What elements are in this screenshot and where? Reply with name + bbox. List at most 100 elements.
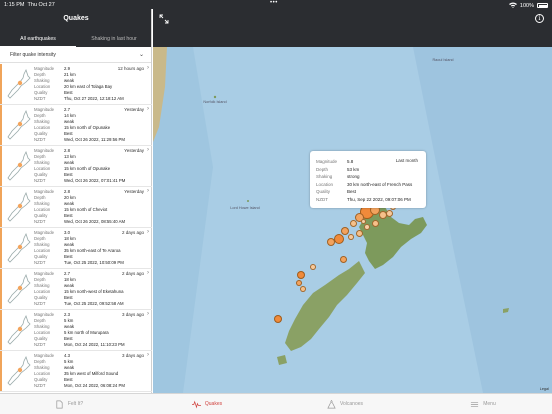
quake-marker[interactable]: [364, 224, 370, 230]
quake-field-values: 2.7 14 km weak 15 km north of Opunake Best We…: [64, 107, 125, 143]
quake-list-item[interactable]: Magnitude Depth Shaking Location Quality NZDT…: [0, 310, 152, 351]
popup-shaking: strong: [347, 174, 360, 179]
chevron-right-icon: ›: [147, 229, 149, 235]
bottom-tab-bar: Felt It? Quakes Volcanoes Menu: [0, 393, 552, 414]
popup-location: 30 km north-east of French Pass: [347, 181, 413, 187]
quake-marker[interactable]: [310, 264, 316, 270]
chevron-right-icon: ›: [147, 270, 149, 276]
popup-values: 5.8 53 km strong 30 km north-east of Fre…: [347, 158, 412, 203]
quake-field-labels: Magnitude Depth Shaking Location Quality NZDT: [34, 353, 55, 388]
intensity-bar: [0, 269, 2, 309]
quake-when: 2 days ago: [121, 271, 144, 276]
quake-nzdt: Mon, Oct 24 2022, 06:08:24 PM: [64, 383, 125, 388]
map-toolbar: i: [153, 9, 552, 47]
tab-volcanoes[interactable]: Volcanoes: [276, 394, 414, 414]
quake-list-item[interactable]: Magnitude Depth Shaking Location Quality NZDT…: [0, 228, 152, 269]
place-label-norfolk: Norfolk Island: [203, 100, 227, 104]
quake-field-labels: Magnitude Depth Shaking Location Quality NZDT: [34, 271, 55, 306]
quake-nzdt: Mon, Oct 24 2022, 11:10:23 PM: [64, 342, 125, 347]
quake-marker[interactable]: [349, 219, 357, 227]
place-label-raoul: Raoul Island: [432, 58, 454, 62]
quake-marker[interactable]: [360, 218, 366, 224]
quake-marker[interactable]: [327, 238, 335, 246]
quake-when: 3 days ago: [121, 353, 144, 358]
tab-felt-it[interactable]: Felt It?: [0, 394, 138, 414]
chevron-right-icon: ›: [147, 188, 149, 194]
info-icon[interactable]: i: [535, 14, 544, 23]
mini-map-icon: [7, 314, 31, 345]
place-label-lord-howe: Lord Howe Island: [230, 206, 260, 210]
intensity-bar: [0, 146, 2, 186]
quake-popup[interactable]: Magnitude Depth Shaking Location Quality…: [310, 151, 426, 208]
mini-map-icon: [7, 191, 31, 222]
intensity-bar: [0, 351, 2, 391]
quake-list-item[interactable]: Magnitude Depth Shaking Location Quality NZDT…: [0, 187, 152, 228]
quake-list-item[interactable]: Magnitude Depth Shaking Location Quality NZDT…: [0, 269, 152, 310]
tab-shaking-last-hour[interactable]: Shaking in last hour: [76, 32, 152, 47]
quake-field-labels: Magnitude Depth Shaking Location Quality NZDT: [34, 148, 55, 183]
mini-map-icon: [7, 109, 31, 140]
quake-list-item[interactable]: Magnitude Depth Shaking Location Quality NZDT…: [0, 64, 152, 105]
quake-when: Yesterday: [124, 107, 144, 112]
popup-labels: Magnitude Depth Shaking Location Quality…: [316, 159, 338, 202]
filter-label: Filter quake intensity: [10, 52, 56, 58]
intensity-bar: [0, 105, 2, 145]
chevron-right-icon: ›: [147, 65, 149, 71]
quake-marker[interactable]: [334, 234, 344, 244]
expand-icon[interactable]: [159, 14, 169, 24]
quake-marker[interactable]: [355, 229, 363, 237]
quake-marker[interactable]: [385, 209, 393, 217]
popup-when: Last month: [395, 158, 418, 163]
quake-when: 12 hours ago: [117, 66, 144, 71]
quake-map[interactable]: Norfolk Island Lord Howe Island Raoul Is…: [153, 47, 552, 393]
battery-icon: [537, 3, 548, 8]
quake-marker[interactable]: [296, 280, 302, 286]
tab-all-earthquakes[interactable]: All earthquakes: [0, 32, 76, 47]
mini-map-icon: [7, 273, 31, 304]
quake-field-labels: Magnitude Depth Shaking Location Quality NZDT: [34, 312, 55, 347]
intensity-bar: [0, 228, 2, 268]
chevron-right-icon: ›: [147, 106, 149, 112]
tab-quakes[interactable]: Quakes: [138, 394, 276, 414]
quake-marker[interactable]: [300, 286, 306, 292]
status-time: 1:15 PM Thu Oct 27: [4, 1, 55, 8]
quake-nzdt: Tue, Oct 25 2022, 10:50:09 PM: [64, 260, 124, 265]
quake-list-item[interactable]: Magnitude Depth Shaking Location Quality NZDT…: [0, 105, 152, 146]
quake-marker[interactable]: [341, 227, 349, 235]
quakes-icon: [191, 400, 201, 408]
quake-marker[interactable]: [274, 315, 282, 323]
quake-field-labels: Magnitude Depth Shaking Location Quality NZDT: [34, 66, 55, 101]
quake-marker[interactable]: [339, 255, 347, 263]
list-header: Quakes All earthquakes Shaking in last h…: [0, 9, 151, 47]
segment-tabs: All earthquakes Shaking in last hour: [0, 32, 152, 47]
intensity-bar: [0, 187, 2, 227]
tab-menu[interactable]: Menu: [414, 394, 552, 414]
intensity-bar: [0, 64, 2, 104]
quake-nzdt: Tue, Oct 25 2022, 09:52:58 AM: [64, 301, 124, 306]
quake-marker[interactable]: [297, 271, 305, 279]
quake-nzdt: Thu, Oct 27 2022, 12:18:12 AM: [64, 96, 124, 101]
battery-percent: 100%: [519, 2, 534, 9]
felt-it-icon: [56, 400, 63, 408]
quake-list-item[interactable]: Magnitude Depth Shaking Location Quality NZDT…: [0, 351, 152, 392]
quake-nzdt: Wed, Oct 26 2022, 07:01:41 PM: [64, 178, 126, 183]
mini-map-icon: [7, 150, 31, 181]
quake-when: 2 days ago: [121, 230, 144, 235]
intensity-filter-select[interactable]: Filter quake intensity ⌄: [0, 47, 151, 63]
quake-field-values: 3.0 18 km weak 35 km north-east of Te Araro…: [64, 230, 124, 266]
chevron-right-icon: ›: [147, 311, 149, 317]
quake-marker[interactable]: [371, 219, 379, 227]
chevron-right-icon: ›: [147, 352, 149, 358]
mini-map-icon: [7, 68, 31, 99]
quake-marker[interactable]: [348, 234, 354, 240]
intensity-bar: [0, 310, 2, 350]
quake-list-item[interactable]: Magnitude Depth Shaking Location Quality NZDT…: [0, 146, 152, 187]
quake-field-values: 2.3 5 km weak 5 km north of Murupara Best Mon…: [64, 312, 125, 348]
status-bar: 1:15 PM Thu Oct 27 ••• 100%: [0, 0, 552, 9]
quake-field-values: 2.9 21 km weak 20 km east of Tolaga Bay Best…: [64, 66, 124, 102]
multitasking-dots[interactable]: •••: [270, 0, 278, 6]
legal-link[interactable]: Legal: [540, 387, 549, 391]
quake-field-values: 2.7 18 km weak 15 km north-west of Eketahun…: [64, 271, 124, 307]
quake-field-labels: Magnitude Depth Shaking Location Quality NZDT: [34, 107, 55, 142]
quake-field-values: 2.8 20 km weak 15 km north of Cheviot Best We…: [64, 189, 125, 225]
